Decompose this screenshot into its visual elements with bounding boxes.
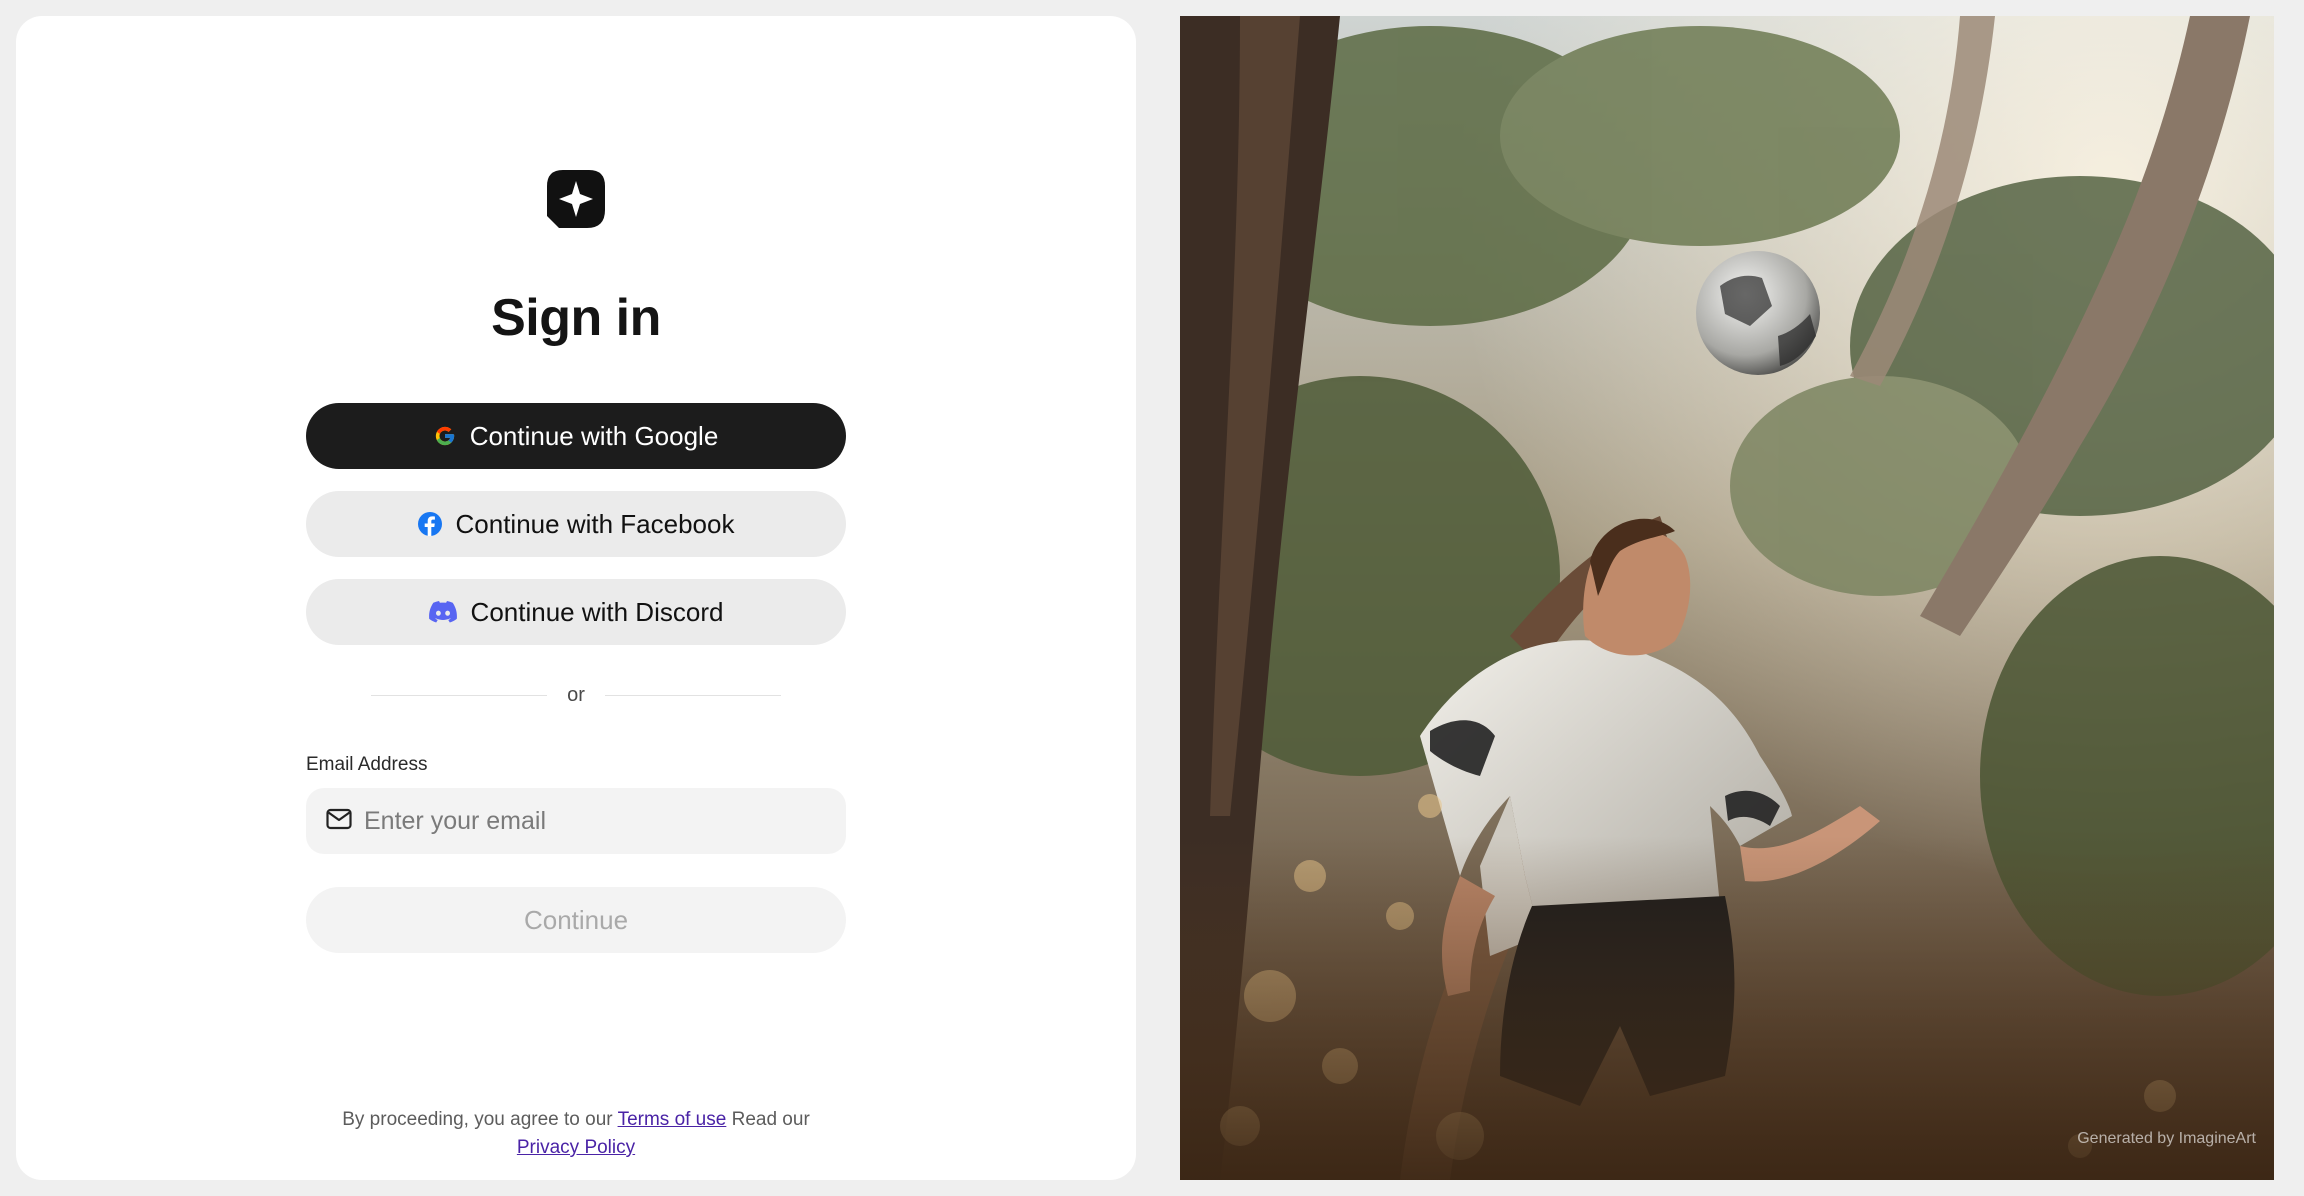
google-button-label: Continue with Google — [469, 420, 719, 451]
hero-image: Generated by ImagineArt — [1180, 16, 2274, 1180]
continue-with-google-button[interactable]: Continue with Google — [306, 403, 846, 469]
divider-line-right — [604, 694, 782, 696]
email-input[interactable] — [364, 806, 846, 836]
email-label: Email Address — [306, 754, 428, 775]
google-icon — [434, 425, 456, 447]
divider-line-left — [371, 694, 548, 696]
facebook-icon — [417, 512, 442, 536]
legal-prefix: By proceeding, you agree to our — [342, 1109, 613, 1130]
continue-with-facebook-button[interactable]: Continue with Facebook — [306, 491, 846, 557]
email-field[interactable] — [306, 788, 846, 854]
continue-button[interactable]: Continue — [306, 887, 846, 953]
terms-of-use-link[interactable]: Terms of use — [618, 1109, 727, 1130]
sign-in-page: Sign in Continue with Google Continue wi… — [0, 0, 2304, 1196]
page-title: Sign in — [491, 289, 661, 347]
sign-in-panel: Sign in Continue with Google Continue wi… — [16, 16, 1136, 1180]
discord-icon — [428, 601, 457, 623]
image-credit: Generated by ImagineArt — [2077, 1130, 2256, 1147]
mail-icon — [326, 808, 352, 835]
legal-middle: Read our — [731, 1109, 810, 1130]
logo-icon — [547, 170, 605, 228]
privacy-policy-link[interactable]: Privacy Policy — [517, 1137, 635, 1158]
facebook-button-label: Continue with Facebook — [455, 508, 735, 539]
legal-notice: By proceeding, you agree to our Terms of… — [326, 1106, 826, 1162]
hero-illustration — [1180, 16, 2274, 1180]
discord-button-label: Continue with Discord — [470, 596, 724, 627]
divider-text: or — [567, 683, 585, 706]
or-divider: or — [371, 680, 782, 710]
continue-with-discord-button[interactable]: Continue with Discord — [306, 579, 846, 645]
